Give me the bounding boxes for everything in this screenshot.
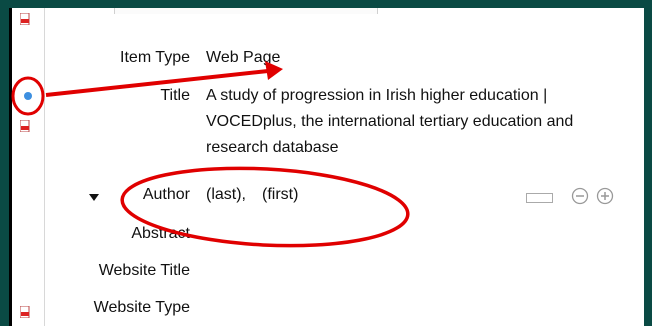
author-last-name[interactable]: (last), bbox=[206, 183, 246, 207]
plus-circle-icon[interactable] bbox=[596, 187, 614, 210]
minus-circle-icon[interactable] bbox=[571, 187, 589, 210]
author-first-name[interactable]: (first) bbox=[262, 183, 298, 207]
pdf-icon[interactable] bbox=[20, 306, 30, 318]
title-value[interactable]: A study of progression in Irish higher e… bbox=[206, 83, 596, 161]
blue-dot-icon[interactable] bbox=[24, 92, 32, 100]
website-title-label: Website Title bbox=[98, 262, 190, 279]
single-field-toggle-icon[interactable] bbox=[526, 191, 554, 209]
title-label: Title bbox=[160, 87, 190, 104]
abstract-label: Abstract bbox=[131, 225, 190, 242]
tab-strip bbox=[114, 8, 378, 14]
website-type-label: Website Type bbox=[93, 299, 190, 316]
item-type-value[interactable]: Web Page bbox=[206, 46, 280, 70]
item-list-strip bbox=[12, 8, 44, 326]
author-label[interactable]: Author bbox=[44, 183, 190, 207]
pdf-icon[interactable] bbox=[20, 13, 30, 25]
pdf-icon[interactable] bbox=[20, 120, 30, 132]
item-type-label: Item Type bbox=[120, 49, 190, 66]
